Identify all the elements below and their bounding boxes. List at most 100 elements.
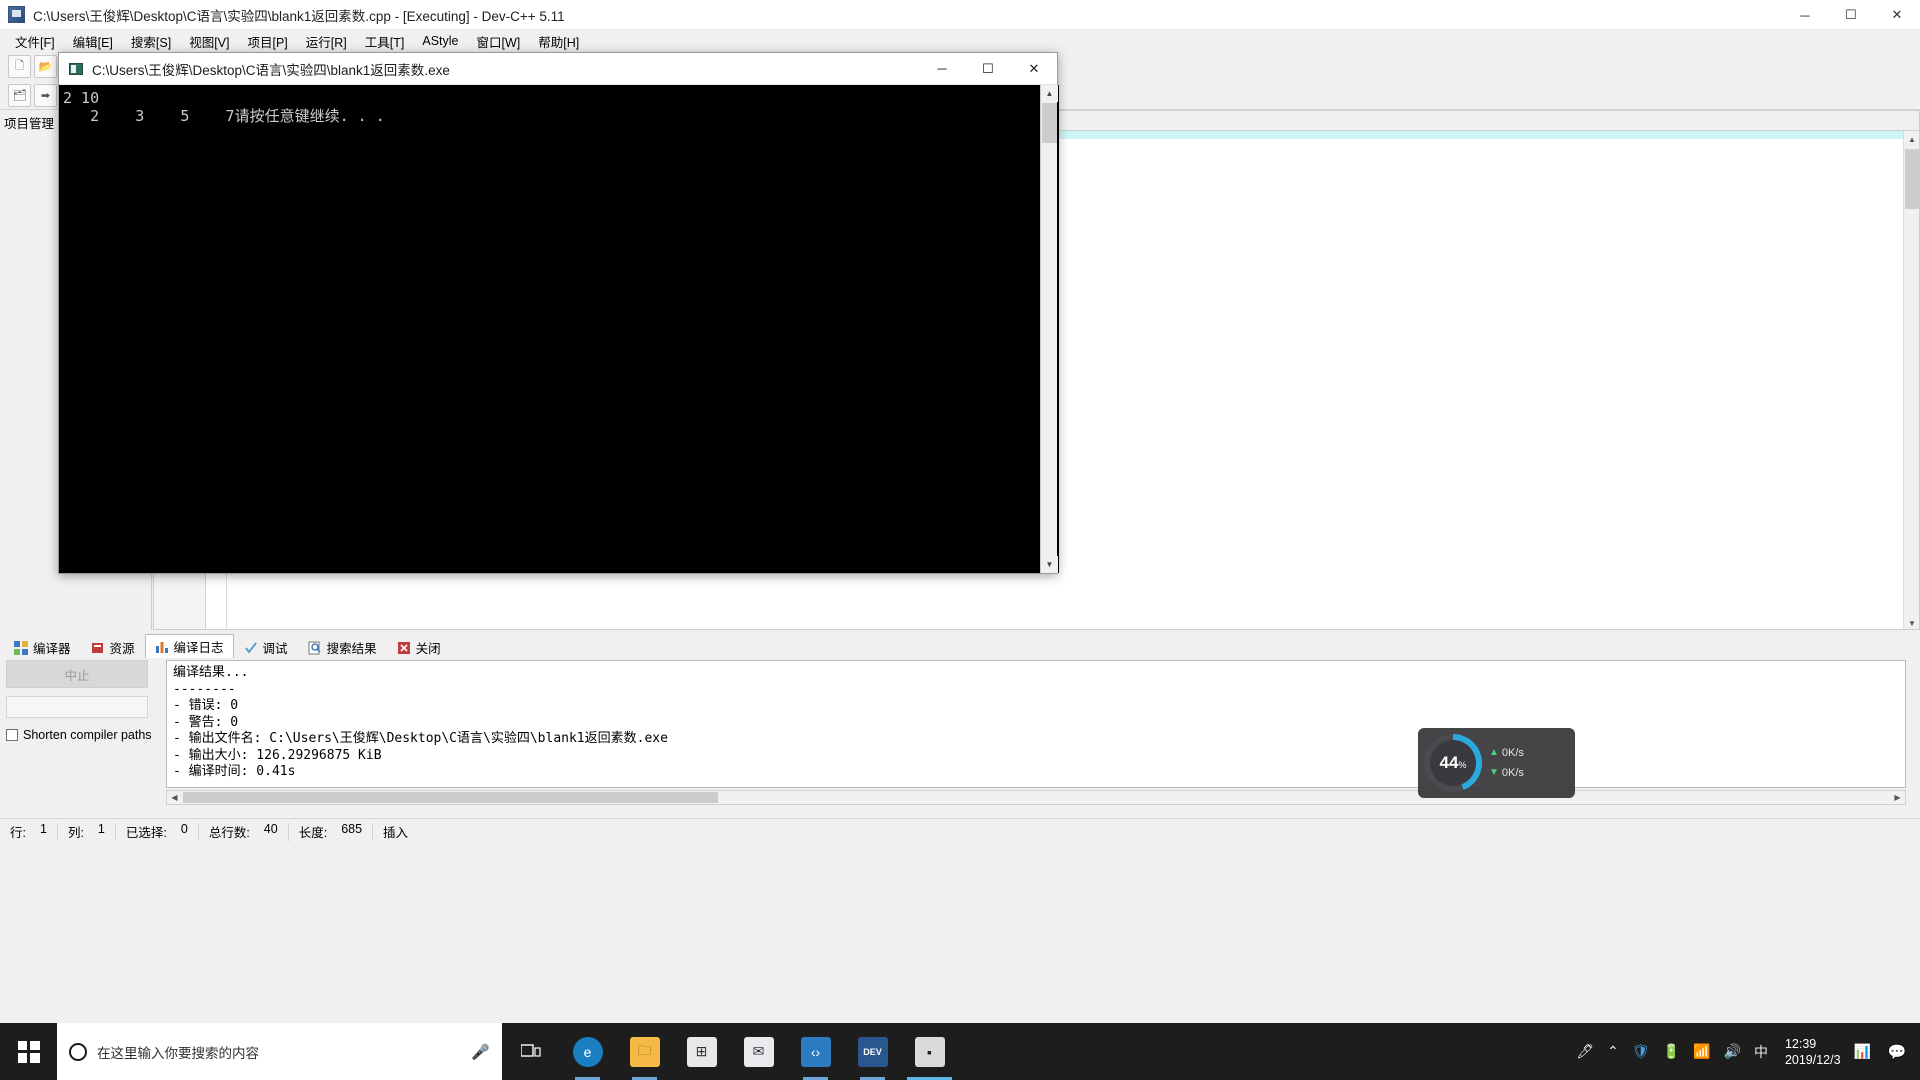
taskbar-file-explorer-button[interactable]: 🗀 bbox=[616, 1023, 673, 1080]
ime-indicator[interactable]: 中 bbox=[1754, 1042, 1768, 1062]
console-minimize-button[interactable]: ─ bbox=[919, 53, 965, 85]
console-scrollbar[interactable]: ▲ ▼ bbox=[1040, 85, 1058, 573]
new-file-icon[interactable]: 🗋 bbox=[8, 55, 31, 78]
status-total-lines: 总行数: 40 bbox=[199, 822, 288, 841]
tab-resource[interactable]: 资源 bbox=[81, 636, 145, 658]
download-rate-row: ▼ 0K/s bbox=[1489, 763, 1524, 783]
abort-button[interactable]: 中止 bbox=[6, 660, 148, 688]
mail-icon: ✉ bbox=[743, 1036, 774, 1067]
menu-view[interactable]: 视图[V] bbox=[180, 30, 238, 53]
console-scroll-up-icon[interactable]: ▲ bbox=[1041, 85, 1058, 102]
scroll-up-icon[interactable]: ▲ bbox=[1904, 131, 1919, 147]
open-file-icon[interactable]: 📂 bbox=[34, 55, 57, 78]
system-tray: 🖊 ⌃ 🛡 🔋 📶 🔊 中 12:39 2019/12/3 📊 💬 bbox=[1576, 1023, 1920, 1080]
taskbar-mail-button[interactable]: ✉ bbox=[730, 1023, 787, 1080]
shorten-paths-label: Shorten compiler paths bbox=[23, 728, 152, 742]
network-monitor-icon[interactable]: 📊 bbox=[1854, 1043, 1871, 1060]
resource-icon bbox=[91, 641, 105, 655]
tab-debug[interactable]: 调试 bbox=[234, 636, 298, 658]
network-speed-widget[interactable]: 44% ▲ 0K/s ▼ 0K/s bbox=[1418, 728, 1575, 798]
devcpp-icon: DEV bbox=[857, 1036, 888, 1067]
clock-time: 12:39 bbox=[1784, 1036, 1817, 1051]
console-output[interactable]: 2 10 2 3 5 7请按任意键继续. . . bbox=[59, 85, 1059, 573]
new-project-icon[interactable]: 🗂 bbox=[8, 84, 31, 107]
minimize-button[interactable]: ─ bbox=[1782, 0, 1828, 30]
log-horizontal-scrollbar[interactable]: ◀ ▶ bbox=[166, 790, 1906, 805]
progress-field bbox=[6, 696, 148, 718]
folder-icon: 🗀 bbox=[629, 1036, 660, 1067]
tab-search-results[interactable]: 搜索结果 bbox=[298, 636, 387, 658]
menu-file[interactable]: 文件[F] bbox=[6, 30, 64, 53]
cpu-usage-ring: 44% bbox=[1424, 734, 1482, 792]
shorten-paths-checkbox[interactable] bbox=[6, 729, 18, 741]
toolbar-row-secondary: 🗂 ➡ bbox=[8, 84, 57, 107]
tab-compile-log[interactable]: 编译日志 bbox=[144, 634, 234, 658]
cpu-usage-value: 44% bbox=[1440, 753, 1467, 773]
menu-help[interactable]: 帮助[H] bbox=[529, 30, 588, 53]
tab-debug-label: 调试 bbox=[262, 642, 288, 656]
taskbar-task-view-button[interactable] bbox=[502, 1023, 559, 1080]
console-output-line: 2 10 bbox=[63, 89, 100, 107]
taskbar: 在这里输入你要搜索的内容 🎤 e 🗀 ⊞ ✉ ‹› DEV ▪ � bbox=[0, 1023, 1920, 1080]
tab-close-label: 关闭 bbox=[415, 642, 441, 656]
compile-log-output[interactable]: 编译结果... -------- - 错误: 0 - 警告: 0 - 输出文件名… bbox=[166, 660, 1906, 788]
shorten-paths-row[interactable]: Shorten compiler paths bbox=[6, 728, 158, 742]
scroll-left-icon[interactable]: ◀ bbox=[167, 791, 182, 804]
status-insert-mode: 插入 bbox=[383, 826, 409, 840]
clock-date: 2019/12/3 bbox=[1784, 1052, 1841, 1067]
close-button[interactable]: ✕ bbox=[1874, 0, 1920, 30]
taskbar-clock[interactable]: 12:39 2019/12/3 bbox=[1781, 1036, 1841, 1068]
taskbar-vscode-button[interactable]: ‹› bbox=[787, 1023, 844, 1080]
menu-window[interactable]: 窗口[W] bbox=[468, 30, 530, 53]
tab-compiler[interactable]: 编译器 bbox=[4, 636, 81, 658]
menu-edit[interactable]: 编辑[E] bbox=[64, 30, 122, 53]
battery-icon[interactable]: 🔋 bbox=[1663, 1043, 1680, 1060]
status-col: 列: 1 bbox=[58, 822, 115, 841]
menu-search[interactable]: 搜索[S] bbox=[122, 30, 180, 53]
taskbar-store-button[interactable]: ⊞ bbox=[673, 1023, 730, 1080]
arrow-up-icon: ▲ bbox=[1489, 747, 1499, 758]
maximize-button[interactable]: ☐ bbox=[1828, 0, 1874, 30]
scroll-right-icon[interactable]: ▶ bbox=[1890, 791, 1905, 804]
tab-close[interactable]: 关闭 bbox=[387, 636, 451, 658]
tab-resource-label: 资源 bbox=[109, 642, 135, 656]
menu-project[interactable]: 项目[P] bbox=[238, 30, 296, 53]
menu-astyle[interactable]: AStyle bbox=[413, 32, 467, 50]
taskbar-devcpp-button[interactable]: DEV bbox=[844, 1023, 901, 1080]
menubar: 文件[F] 编辑[E] 搜索[S] 视图[V] 项目[P] 运行[R] 工具[T… bbox=[0, 30, 1920, 52]
console-scroll-thumb[interactable] bbox=[1042, 103, 1057, 143]
volume-icon[interactable]: 🔊 bbox=[1724, 1043, 1741, 1060]
editor-scroll-thumb[interactable] bbox=[1905, 149, 1919, 209]
shield-icon[interactable]: 🛡 bbox=[1632, 1043, 1650, 1060]
console-window-title: C:\Users\王俊辉\Desktop\C语言\实验四\blank1返回素数.… bbox=[92, 62, 450, 78]
console-output-line: 2 3 5 7请按任意键继续. . . bbox=[63, 107, 385, 125]
search-results-icon bbox=[308, 641, 322, 655]
taskbar-search[interactable]: 在这里输入你要搜索的内容 🎤 bbox=[57, 1023, 502, 1080]
chevron-up-icon[interactable]: ⌃ bbox=[1607, 1043, 1619, 1060]
console-scroll-down-icon[interactable]: ▼ bbox=[1041, 556, 1058, 573]
action-center-icon[interactable]: 💬 bbox=[1884, 1023, 1910, 1080]
status-row-value: 1 bbox=[39, 822, 47, 836]
microphone-icon[interactable]: 🎤 bbox=[471, 1043, 490, 1061]
task-view-icon bbox=[516, 1037, 546, 1067]
upload-rate-row: ▲ 0K/s bbox=[1489, 743, 1524, 763]
console-maximize-button[interactable]: ☐ bbox=[965, 53, 1011, 85]
menu-run[interactable]: 运行[R] bbox=[297, 30, 356, 53]
editor-vertical-scrollbar[interactable]: ▲ ▼ bbox=[1903, 131, 1919, 629]
download-rate-value: 0K/s bbox=[1501, 767, 1524, 779]
upload-rate-value: 0K/s bbox=[1501, 747, 1524, 759]
status-row: 行: 1 bbox=[0, 822, 57, 841]
console-window[interactable]: C:\Users\王俊辉\Desktop\C语言\实验四\blank1返回素数.… bbox=[58, 52, 1059, 574]
insert-snippet-icon[interactable]: ➡ bbox=[34, 84, 57, 107]
status-row-label: 行: bbox=[10, 826, 26, 840]
scroll-down-icon[interactable]: ▼ bbox=[1904, 615, 1919, 629]
console-close-button[interactable]: ✕ bbox=[1011, 53, 1057, 85]
wifi-icon[interactable]: 📶 bbox=[1693, 1043, 1710, 1060]
pen-icon[interactable]: 🖊 bbox=[1576, 1043, 1594, 1060]
log-scroll-thumb[interactable] bbox=[183, 792, 718, 803]
menu-tools[interactable]: 工具[T] bbox=[356, 30, 414, 53]
start-button[interactable] bbox=[0, 1023, 57, 1080]
taskbar-console-button[interactable]: ▪ bbox=[901, 1023, 958, 1080]
status-length-value: 685 bbox=[341, 822, 363, 836]
taskbar-edge-button[interactable]: e bbox=[559, 1023, 616, 1080]
